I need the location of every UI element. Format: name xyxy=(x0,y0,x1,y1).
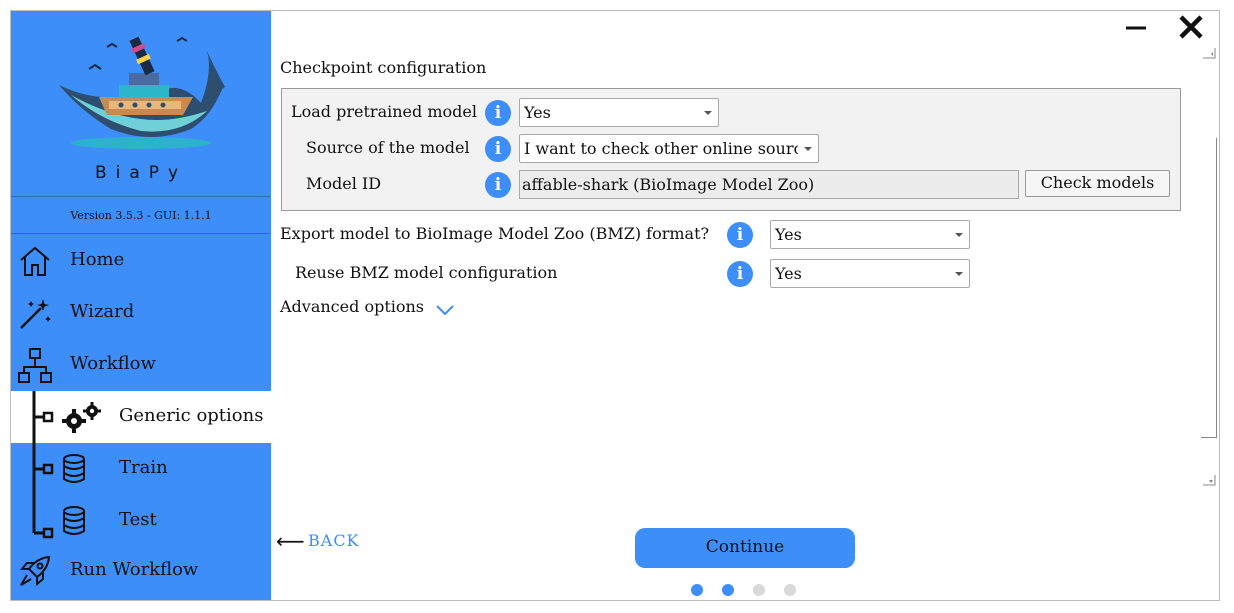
chevron-down-icon xyxy=(955,233,963,237)
tree-connector-icon xyxy=(31,391,61,443)
app-name: BiaPy xyxy=(94,163,188,183)
info-icon[interactable]: i xyxy=(485,136,511,162)
bmz-export-label: Export model to BioImage Model Zoo (BMZ)… xyxy=(280,224,710,243)
database-icon xyxy=(61,503,97,539)
sidebar-item-wizard[interactable]: Wizard xyxy=(11,287,271,339)
bmz-export-select[interactable]: Yes xyxy=(770,220,970,249)
gears-icon xyxy=(61,399,101,435)
close-icon xyxy=(1178,15,1204,44)
sidebar-divider xyxy=(11,233,271,234)
minimize-icon xyxy=(1125,23,1147,42)
model-id-label: Model ID xyxy=(306,174,382,193)
step-dot xyxy=(691,584,703,596)
sidebar-divider xyxy=(11,196,271,197)
model-id-field[interactable]: affable-shark (BioImage Model Zoo) xyxy=(519,170,1019,199)
scrollbar[interactable] xyxy=(1201,138,1217,438)
scroll-up-icon[interactable] xyxy=(1201,45,1217,59)
info-icon[interactable]: i xyxy=(485,100,511,126)
version-label: Version 3.5.3 - GUI: 1.1.1 xyxy=(70,209,212,222)
home-icon xyxy=(17,243,53,279)
chevron-down-icon xyxy=(804,147,812,151)
chevron-down-icon xyxy=(435,301,455,320)
close-button[interactable] xyxy=(1178,14,1204,40)
select-value: Yes xyxy=(775,225,802,244)
sidebar-item-test[interactable]: Test xyxy=(11,495,271,547)
sidebar-item-label: Run Workflow xyxy=(70,559,199,580)
sidebar-item-home[interactable]: Home xyxy=(11,235,271,287)
info-icon[interactable]: i xyxy=(727,261,753,287)
sidebar-item-train[interactable]: Train xyxy=(11,443,271,495)
magic-wand-icon xyxy=(17,295,53,331)
chevron-down-icon xyxy=(704,111,712,115)
check-models-button[interactable]: Check models xyxy=(1025,170,1170,197)
sidebar-item-workflow[interactable]: Workflow xyxy=(11,339,271,391)
sidebar-item-label: Train xyxy=(119,457,168,478)
sidebar-item-label: Home xyxy=(70,249,125,270)
sidebar-item-label: Wizard xyxy=(70,301,135,322)
step-dot xyxy=(784,584,796,596)
sidebar-item-label: Generic options xyxy=(119,405,264,426)
select-value: Yes xyxy=(524,103,551,122)
step-dot xyxy=(722,584,734,596)
advanced-options-toggle[interactable]: Advanced options xyxy=(280,297,454,316)
info-icon[interactable]: i xyxy=(485,172,511,198)
continue-button[interactable]: Continue xyxy=(635,528,855,568)
scroll-down-icon[interactable] xyxy=(1201,472,1217,486)
rocket-icon xyxy=(17,553,53,589)
model-source-select[interactable]: I want to check other online sources xyxy=(519,134,819,163)
sidebar-item-generic-options[interactable]: Generic options xyxy=(11,391,271,443)
bmz-reuse-label: Reuse BMZ model configuration xyxy=(295,263,558,282)
sidebar-item-label: Test xyxy=(119,509,157,530)
load-pretrained-label: Load pretrained model xyxy=(291,102,477,121)
select-value: Yes xyxy=(775,264,802,283)
advanced-options-label: Advanced options xyxy=(280,297,425,316)
minimize-button[interactable] xyxy=(1125,18,1147,38)
sidebar-item-label: Workflow xyxy=(70,353,156,374)
back-label: BACK xyxy=(308,531,360,550)
tree-connector-icon xyxy=(31,495,61,547)
tree-connector-icon xyxy=(31,443,61,495)
info-icon[interactable]: i xyxy=(727,222,753,248)
step-dot xyxy=(753,584,765,596)
workflow-icon xyxy=(17,347,53,383)
database-icon xyxy=(61,451,97,487)
arrow-left-icon: ⟵ xyxy=(276,529,305,553)
select-value: I want to check other online sources xyxy=(524,139,819,158)
model-source-label: Source of the model xyxy=(306,138,470,157)
sidebar-item-run-workflow[interactable]: Run Workflow xyxy=(11,545,271,597)
chevron-down-icon xyxy=(955,272,963,276)
sidebar: BiaPy Version 3.5.3 - GUI: 1.1.1 Home Wi… xyxy=(11,11,271,600)
load-pretrained-select[interactable]: Yes xyxy=(519,98,719,127)
bmz-reuse-select[interactable]: Yes xyxy=(770,259,970,288)
section-title: Checkpoint configuration xyxy=(280,58,487,77)
